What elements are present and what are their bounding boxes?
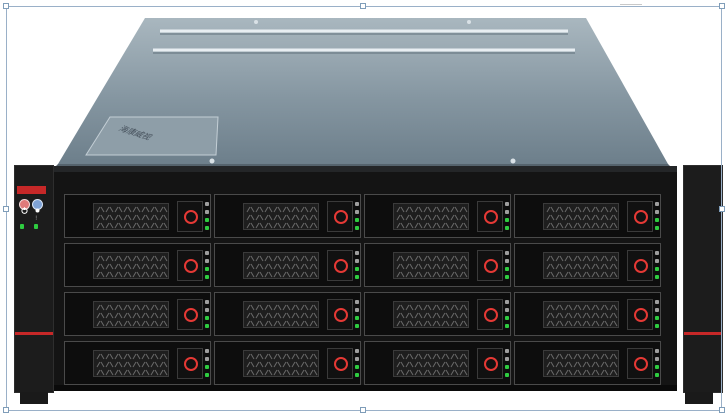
resize-handle-bottom-left[interactable] xyxy=(3,407,9,413)
resize-handle-top[interactable] xyxy=(360,3,366,9)
resize-handle-left[interactable] xyxy=(3,206,9,212)
image-canvas: 海康威视 ! xyxy=(0,0,727,413)
resize-handle-top-left[interactable] xyxy=(3,3,9,9)
resize-handle-bottom[interactable] xyxy=(360,407,366,413)
resize-handle-bottom-right[interactable] xyxy=(719,407,725,413)
selection-frame xyxy=(6,6,722,411)
resize-handle-top-right[interactable] xyxy=(719,3,725,9)
ruler-mark xyxy=(620,0,642,5)
resize-handle-right[interactable] xyxy=(719,206,725,212)
